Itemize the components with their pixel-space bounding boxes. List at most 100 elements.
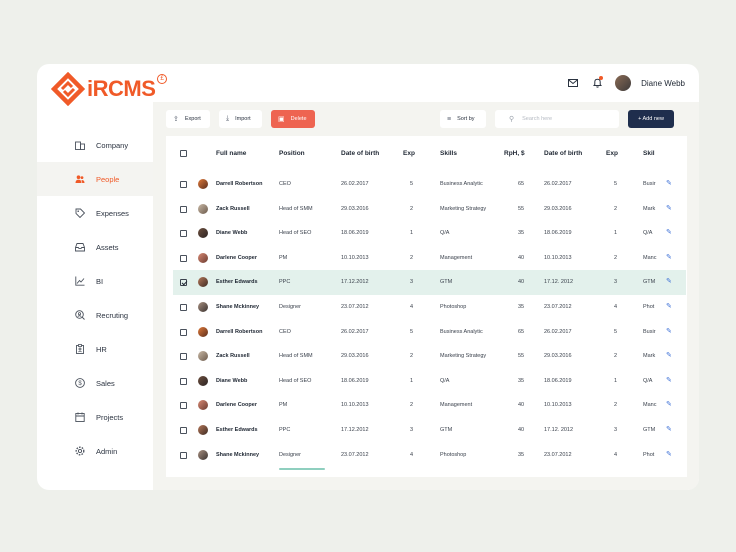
cell-name: Darrell Robertson xyxy=(216,181,263,187)
table-row[interactable]: Shane Mckinney Designer 23.07.2012 4 Photosh… xyxy=(166,295,687,320)
col-date-of-birth-2[interactable]: Date of birth xyxy=(544,150,582,157)
user-avatar[interactable] xyxy=(615,75,632,91)
edit-icon[interactable]: ✎ xyxy=(666,376,672,384)
table-row[interactable]: Darrell Robertson CEO 26.02.2017 5 Business … xyxy=(166,320,687,345)
cell-position: CEO xyxy=(279,328,291,335)
export-button[interactable]: ⇪ Export xyxy=(166,110,210,128)
table-row[interactable]: Zack Russell Head of SMM 29.03.2016 2 Market… xyxy=(166,344,687,369)
table-row[interactable]: Darrell Robertson CEO 26.02.2017 5 Business … xyxy=(166,172,687,197)
row-checkbox[interactable] xyxy=(180,181,187,188)
sort-button[interactable]: ≡ Sort by xyxy=(440,110,486,128)
cell-rph: 35 xyxy=(518,451,525,458)
col-skills[interactable]: Skills xyxy=(440,150,457,157)
row-checkbox[interactable] xyxy=(180,353,187,361)
edit-icon[interactable]: ✎ xyxy=(666,327,672,335)
edit-icon[interactable]: ✎ xyxy=(666,277,672,285)
edit-icon[interactable]: ✎ xyxy=(666,253,672,261)
avatar xyxy=(198,203,208,214)
col-full-name[interactable]: Full name xyxy=(216,150,246,157)
sidebar-item-label: Sales xyxy=(96,378,115,388)
row-checkbox[interactable] xyxy=(180,328,187,336)
cell-dob2: 10.10.2013 xyxy=(544,254,572,261)
tag-icon xyxy=(74,207,86,219)
sidebar-item-company[interactable]: Company xyxy=(37,128,153,162)
sidebar-item-assets[interactable]: Assets xyxy=(37,230,153,264)
cell-rph: 35 xyxy=(518,377,525,384)
sidebar: Company People Expenses Assets BI Recrut… xyxy=(37,128,153,490)
cell-dob: 26.02.2017 xyxy=(341,181,369,187)
cell-dob: 10.10.2013 xyxy=(341,254,369,261)
cell-dob2: 18.06.2019 xyxy=(544,230,572,237)
sidebar-item-admin[interactable]: Admin xyxy=(37,434,153,468)
cell-exp2: 2 xyxy=(614,205,618,212)
edit-icon[interactable]: ✎ xyxy=(666,351,672,359)
search-input[interactable]: ⚲ Search here xyxy=(495,110,619,128)
cell-position: Head of SEO xyxy=(279,377,312,384)
cell-skills: Q/A xyxy=(440,377,450,384)
table-row[interactable]: Darlene Cooper PM 10.10.2013 2 Management 40 1… xyxy=(166,393,687,418)
add-new-button[interactable]: + Add new xyxy=(628,110,674,128)
table-row[interactable]: Shane Mckinney Designer 23.07.2012 4 Photosh… xyxy=(166,443,687,468)
delete-button[interactable]: ▣ Delete xyxy=(271,110,315,128)
sidebar-item-label: Admin xyxy=(96,446,118,456)
import-button[interactable]: ⤓ Import xyxy=(219,110,262,128)
cell-exp: 1 xyxy=(410,230,414,237)
edit-icon[interactable]: ✎ xyxy=(666,450,672,458)
cell-exp: 4 xyxy=(410,304,414,310)
table-row[interactable]: Zack Russell Head of SMM 29.03.2016 2 Market… xyxy=(166,197,687,222)
cell-position: Head of SMM xyxy=(279,353,313,360)
table-row[interactable]: Esther Edwards PPC 17.12.2012 3 GTM 40 17.12. … xyxy=(173,270,686,295)
edit-icon[interactable]: ✎ xyxy=(666,204,672,212)
cell-rph: 55 xyxy=(518,353,525,360)
cell-exp: 2 xyxy=(410,402,414,409)
cell-name: Darlene Cooper xyxy=(216,254,257,261)
cell-name: Darrell Robertson xyxy=(216,328,263,335)
sidebar-item-expenses[interactable]: Expenses xyxy=(37,196,153,230)
col-skills-2[interactable]: Skil xyxy=(643,150,655,157)
cell-rph: 40 xyxy=(518,427,525,433)
row-checkbox[interactable] xyxy=(180,427,187,434)
row-checkbox[interactable] xyxy=(180,254,187,262)
row-checkbox[interactable] xyxy=(180,205,187,213)
row-checkbox[interactable] xyxy=(180,304,187,311)
sidebar-item-hr[interactable]: HR xyxy=(37,332,153,366)
col-position[interactable]: Position xyxy=(279,150,305,157)
col-rph[interactable]: RpH, $ xyxy=(504,150,525,157)
sidebar-item-projects[interactable]: Projects xyxy=(37,400,153,434)
cell-skills: Marketing Strategy xyxy=(440,205,487,212)
table-row[interactable]: Esther Edwards PPC 17.12.2012 3 GTM 40 17.12. … xyxy=(166,418,687,443)
table-row[interactable]: Diane Webb Head of SEO 18.06.2019 1 Q/A 35 18.… xyxy=(166,369,687,394)
col-date-of-birth[interactable]: Date of birth xyxy=(341,150,379,157)
scroll-indicator[interactable] xyxy=(279,468,325,470)
edit-icon[interactable]: ✎ xyxy=(666,302,672,310)
row-checkbox[interactable] xyxy=(180,402,187,410)
col-exp[interactable]: Exp xyxy=(403,150,415,157)
cell-name: Esther Edwards xyxy=(216,279,258,286)
row-checkbox[interactable] xyxy=(180,377,187,385)
cell-skill2: GTM xyxy=(643,427,656,433)
table-row[interactable]: Diane Webb Head of SEO 18.06.2019 1 Q/A 35 18.… xyxy=(166,221,687,246)
cell-skill2: Q/A xyxy=(643,377,653,384)
edit-icon[interactable]: ✎ xyxy=(666,179,672,187)
sidebar-item-sales[interactable]: $ Sales xyxy=(37,366,153,400)
edit-icon[interactable]: ✎ xyxy=(666,425,672,433)
mail-icon[interactable] xyxy=(565,75,581,91)
calendar-icon xyxy=(74,411,86,423)
sidebar-item-bi[interactable]: BI xyxy=(37,264,153,298)
table-row[interactable]: Darlene Cooper PM 10.10.2013 2 Management 40 1… xyxy=(166,246,687,271)
sidebar-item-label: Company xyxy=(96,140,129,150)
user-name[interactable]: Diane Webb xyxy=(641,79,685,88)
avatar xyxy=(198,326,208,337)
select-all-checkbox[interactable] xyxy=(180,150,187,157)
logo[interactable]: iRCMS £ xyxy=(51,72,167,106)
sidebar-item-people[interactable]: People xyxy=(37,162,153,196)
row-checkbox[interactable] xyxy=(180,451,187,459)
col-exp-2[interactable]: Exp xyxy=(606,150,618,157)
cell-exp2: 1 xyxy=(614,377,618,384)
edit-icon[interactable]: ✎ xyxy=(666,400,672,408)
edit-icon[interactable]: ✎ xyxy=(666,228,672,236)
row-checkbox[interactable] xyxy=(180,230,187,238)
row-checkbox[interactable] xyxy=(180,279,187,287)
bell-icon[interactable] xyxy=(589,75,605,91)
sidebar-item-recruting[interactable]: Recruting xyxy=(37,298,153,332)
